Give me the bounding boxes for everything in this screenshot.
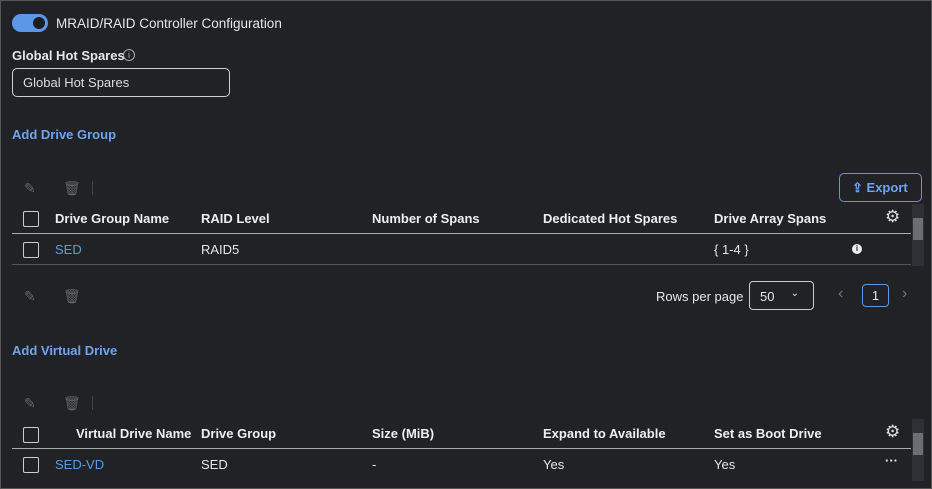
column-header[interactable]: Expand to Available [543,426,666,441]
column-header[interactable]: Size (MiB) [372,426,434,441]
divider [92,181,93,195]
expand-to-available: Yes [543,457,565,472]
delete-icon[interactable]: 🗑 [63,180,81,197]
table-row[interactable]: SED RAID5 { 1-4 } i [12,234,911,265]
column-header[interactable]: Dedicated Hot Spares [543,211,677,226]
chevron-down-icon: ⌄ [790,288,799,299]
add-virtual-drive-link[interactable]: Add Virtual Drive [12,343,117,358]
size: - [372,457,377,472]
export-label: Export [866,180,908,195]
column-header[interactable]: RAID Level [201,211,270,226]
table-row[interactable]: SED-VD SED - Yes Yes ··· [12,449,911,480]
row-checkbox[interactable] [23,242,39,258]
delete-icon[interactable]: 🗑 [63,395,81,412]
column-header[interactable]: Number of Spans [372,211,480,226]
select-all-checkbox[interactable] [23,427,39,443]
info-icon[interactable]: i [123,49,135,61]
divider [92,396,93,410]
drive-group-name-link[interactable]: SED [55,242,82,257]
global-hot-spares-input[interactable]: Global Hot Spares [12,68,230,97]
scrollbar[interactable] [912,419,924,481]
upload-icon: ⇪ [852,180,863,195]
gear-icon[interactable]: ⚙ [885,422,900,442]
current-page[interactable]: 1 [862,284,889,307]
edit-icon[interactable]: ✎ [24,180,36,197]
delete-icon[interactable]: 🗑 [63,288,81,305]
boot-drive: Yes [714,457,736,472]
scrollbar[interactable] [912,204,924,266]
rows-per-page-value: 50 [760,289,775,304]
column-header[interactable]: Virtual Drive Name [76,426,191,441]
edit-icon[interactable]: ✎ [24,288,36,305]
next-page-icon[interactable]: › [902,285,907,303]
column-header[interactable]: Drive Array Spans [714,211,826,226]
virtual-drive-name-link[interactable]: SED-VD [55,457,104,472]
prev-page-icon[interactable]: ‹ [838,285,843,303]
drive-group: SED [201,457,228,472]
rows-per-page-select[interactable]: 50 ⌄ [749,281,814,310]
column-header[interactable]: Drive Group [201,426,276,441]
column-header[interactable]: Drive Group Name [55,211,169,226]
rows-per-page-label: Rows per page [656,289,744,304]
page-title: MRAID/RAID Controller Configuration [56,16,282,31]
raid-level: RAID5 [201,242,240,257]
more-actions-icon[interactable]: ··· [885,453,898,468]
drive-array-spans: { 1-4 } [714,242,749,257]
global-hot-spares-label: Global Hot Spares [12,48,125,63]
select-all-checkbox[interactable] [23,211,39,227]
gear-icon[interactable]: ⚙ [885,207,900,227]
raid-config-panel: MRAID/RAID Controller Configuration Glob… [0,0,932,489]
info-icon[interactable]: i [852,244,862,254]
add-drive-group-link[interactable]: Add Drive Group [12,127,116,142]
raid-toggle[interactable] [12,14,48,32]
edit-icon[interactable]: ✎ [24,395,36,412]
row-checkbox[interactable] [23,457,39,473]
column-header[interactable]: Set as Boot Drive [714,426,822,441]
export-button[interactable]: ⇪ Export [839,173,922,202]
